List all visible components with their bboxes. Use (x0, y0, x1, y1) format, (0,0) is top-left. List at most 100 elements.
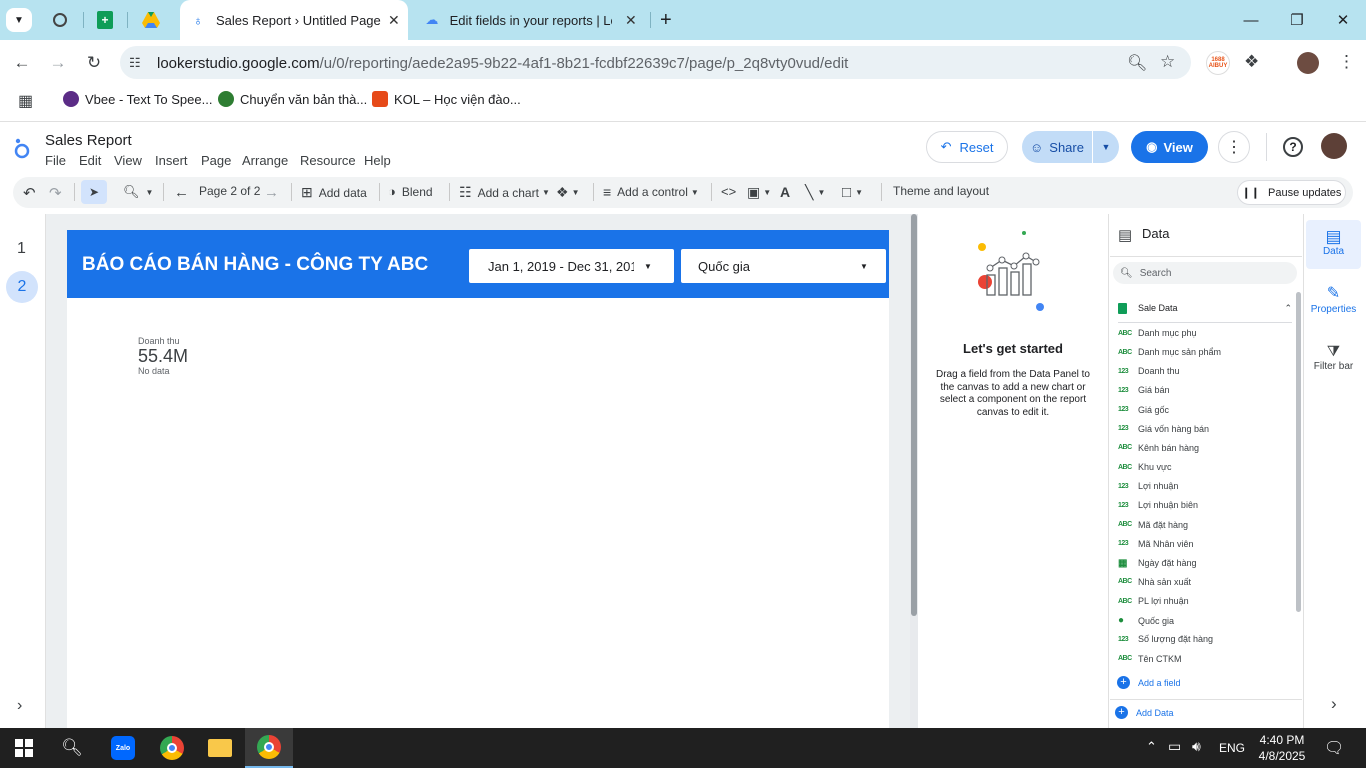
data-source-header[interactable]: Sale Data ⌃ (1118, 301, 1292, 315)
data-field-item[interactable]: ● Quốc gia (1118, 615, 1174, 626)
data-field-item[interactable]: 123 Số lượng đặt hàng (1118, 634, 1213, 644)
new-tab-button[interactable]: + (660, 9, 672, 32)
bookmark-star-icon[interactable]: ☆ (1160, 52, 1175, 72)
country-filter-control[interactable]: Quốc gia ▼ (681, 249, 886, 283)
zoom-button[interactable]: 🔍︎ ▼ (123, 184, 153, 200)
menu-page[interactable]: Page (201, 153, 231, 168)
menu-file[interactable]: File (45, 153, 66, 168)
looker-studio-logo[interactable] (13, 137, 31, 164)
previous-page-icon[interactable]: ← (174, 184, 189, 201)
image-icon[interactable]: ▣ ▼ (747, 184, 771, 201)
shape-icon[interactable]: □ ▼ (842, 184, 863, 201)
redo-icon[interactable]: ↷ (49, 184, 62, 202)
data-field-item[interactable]: ABC Danh mục phụ (1118, 328, 1197, 338)
user-avatar[interactable] (1321, 133, 1347, 159)
restore-button[interactable]: ❐ (1274, 0, 1320, 40)
more-options-button[interactable]: ⋮ (1218, 131, 1250, 163)
tab-search-button[interactable]: ▼ (6, 8, 32, 32)
language-indicator[interactable]: ENG (1219, 741, 1245, 755)
clock[interactable]: 4:40 PM 4/8/2025 (1254, 732, 1310, 764)
pinned-tab-drive[interactable] (142, 11, 160, 29)
tab-edit-fields[interactable]: ☁ Edit fields in your reports | Loo (412, 0, 612, 40)
line-icon[interactable]: ╲ ▼ (805, 184, 825, 201)
theme-layout-button[interactable]: Theme and layout (893, 184, 989, 198)
properties-tab[interactable]: ✎ Properties (1306, 284, 1361, 324)
menu-insert[interactable]: Insert (155, 153, 188, 168)
reset-button[interactable]: ↶ Reset (926, 131, 1008, 163)
data-field-item[interactable]: 123 Giá vốn hàng bán (1118, 424, 1209, 434)
add-field-button[interactable]: + Add a field (1117, 676, 1181, 689)
search-taskbar-icon[interactable]: 🔍︎ (48, 728, 96, 768)
data-field-item[interactable]: ▦ Ngày đặt hàng (1118, 558, 1197, 569)
add-chart-button[interactable]: ☷ Add a chart ▼ (459, 184, 550, 201)
report-page[interactable] (67, 230, 889, 728)
add-data-source-button[interactable]: + Add Data (1115, 706, 1174, 719)
data-field-item[interactable]: 123 Giá bán (1118, 385, 1170, 395)
apps-grid-icon[interactable]: ▦ (18, 91, 33, 111)
help-icon[interactable]: ? (1283, 137, 1303, 157)
close-window-button[interactable]: ✕ (1320, 0, 1366, 40)
menu-edit[interactable]: Edit (79, 153, 101, 168)
add-control-button[interactable]: ≡ Add a control ▼ (603, 184, 699, 200)
embed-code-icon[interactable]: <> (721, 184, 736, 199)
pinned-tab-1[interactable] (50, 10, 70, 30)
banner-title[interactable]: BÁO CÁO BÁN HÀNG - CÔNG TY ABC (82, 254, 428, 276)
tab-sales-report[interactable]: ♁ Sales Report › Untitled Page (180, 0, 408, 40)
share-button[interactable]: ☺ Share (1022, 131, 1092, 163)
bookmark-chuyen-van-ban[interactable]: Chuyển văn bản thà... (218, 91, 367, 107)
data-field-item[interactable]: ABC Danh mục sản phẩm (1118, 347, 1221, 357)
menu-help[interactable]: Help (364, 153, 391, 168)
chrome-profile-icon[interactable] (148, 728, 196, 768)
select-pointer-button[interactable]: ➤ (81, 180, 107, 204)
data-field-item[interactable]: ABC Nhà sản xuất (1118, 577, 1191, 587)
scorecard[interactable]: Doanh thu 55.4M No data (138, 336, 228, 376)
data-field-item[interactable]: ABC Tên CTKM (1118, 654, 1182, 664)
extension-1688-icon[interactable]: 1688 AIBUY (1206, 51, 1230, 75)
undo-icon[interactable]: ↶ (23, 184, 36, 202)
report-title[interactable]: Sales Report (45, 132, 132, 149)
extensions-puzzle-icon[interactable]: ❖ (1244, 52, 1259, 72)
tab-close-icon[interactable]: ✕ (625, 12, 637, 29)
community-viz-button[interactable]: ❖ ▼ (556, 184, 579, 201)
add-data-button[interactable]: ⊞ Add data (301, 184, 367, 201)
minimize-button[interactable]: — (1228, 0, 1274, 40)
data-field-item[interactable]: 123 Doanh thu (1118, 366, 1180, 376)
bookmark-kol[interactable]: KOL – Học viện đào... (372, 91, 521, 107)
field-list-scrollbar[interactable] (1296, 292, 1301, 612)
back-button[interactable]: ← (10, 52, 34, 74)
volume-icon[interactable]: 🔊︎ (1192, 738, 1201, 755)
collapse-panel-icon[interactable]: › (1331, 694, 1337, 714)
data-field-item[interactable]: ABC PL lợi nhuận (1118, 596, 1189, 606)
blend-button[interactable]: ◑ Blend (388, 184, 433, 199)
data-field-item[interactable]: 123 Lợi nhuận biên (1118, 500, 1198, 510)
start-button[interactable] (0, 728, 48, 768)
profile-avatar[interactable] (1297, 52, 1319, 74)
reload-button[interactable]: ↻ (82, 52, 106, 74)
tab-close-icon[interactable]: ✕ (388, 12, 400, 29)
page-thumb-2[interactable]: 2 (6, 271, 38, 303)
show-hidden-icons[interactable]: ⌃ (1146, 739, 1157, 755)
next-page-icon[interactable]: → (264, 184, 279, 201)
bookmark-vbee[interactable]: Vbee - Text To Spee... (63, 91, 212, 107)
expand-rail-icon[interactable]: › (17, 697, 22, 715)
data-field-item[interactable]: 123 Giá gốc (1118, 405, 1169, 415)
menu-view[interactable]: View (114, 153, 142, 168)
pause-updates-button[interactable]: ❙❙ Pause updates (1237, 180, 1346, 205)
notifications-icon[interactable]: 🗨︎ (1324, 738, 1344, 758)
zalo-app-icon[interactable]: Zalo (99, 728, 147, 768)
date-range-control[interactable]: Jan 1, 2019 - Dec 31, 201 ▼ (469, 249, 674, 283)
data-field-item[interactable]: ABC Kênh bán hàng (1118, 443, 1199, 453)
forward-button[interactable]: → (46, 52, 70, 74)
zoom-icon[interactable]: 🔍︎ (1127, 53, 1147, 73)
more-menu-icon[interactable]: ⋮ (1338, 52, 1355, 72)
data-field-item[interactable]: 123 Mã Nhân viên (1118, 539, 1194, 549)
data-field-item[interactable]: ABC Khu vực (1118, 462, 1172, 472)
file-explorer-icon[interactable] (196, 728, 244, 768)
data-field-item[interactable]: ABC Mã đặt hàng (1118, 520, 1188, 530)
filter-bar-tab[interactable]: ⧩ Filter bar (1306, 343, 1361, 379)
page-thumb-1[interactable]: 1 (17, 240, 26, 258)
pinned-tab-sheets[interactable]: + (97, 11, 113, 29)
collapse-icon[interactable]: ⌃ (1284, 303, 1292, 314)
network-icon[interactable]: ▭ (1168, 738, 1181, 755)
chrome-active-icon[interactable] (245, 728, 293, 768)
